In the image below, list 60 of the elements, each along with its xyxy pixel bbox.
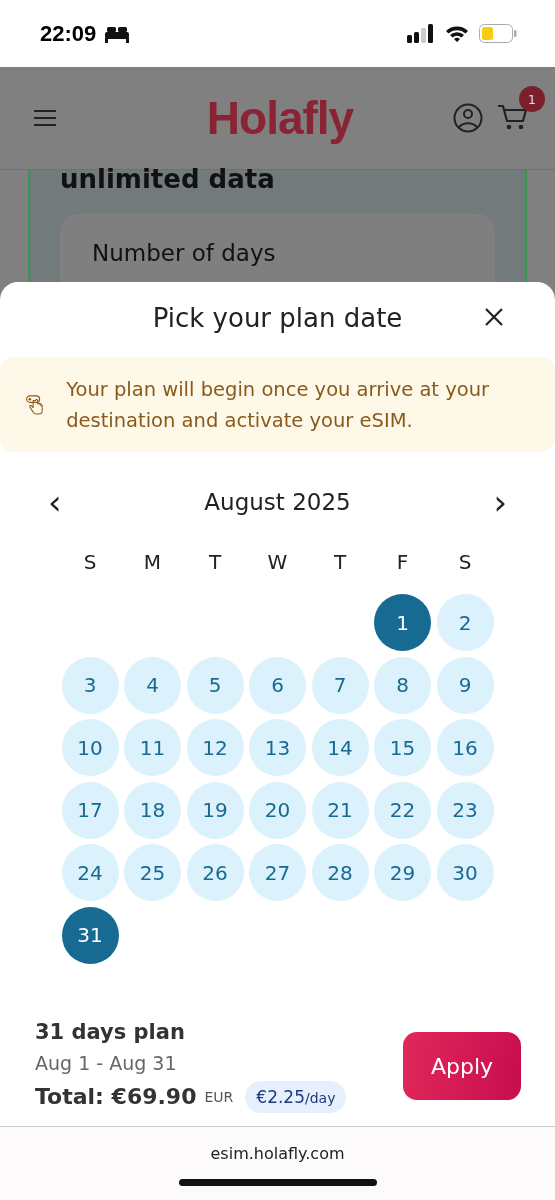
signal-icon — [407, 24, 435, 43]
plan-heading: unlimited data — [60, 170, 276, 190]
account-icon[interactable] — [453, 103, 483, 133]
calendar-day[interactable]: 4 — [124, 656, 181, 714]
date-range: Aug 1 - Aug 31 — [35, 1051, 178, 1074]
calendar-day[interactable]: 30 — [436, 844, 494, 901]
calendar-day[interactable]: 10 — [61, 719, 119, 776]
calendar-day[interactable]: 21 — [311, 781, 369, 839]
calendar-day[interactable]: 27 — [249, 844, 306, 901]
calendar-day[interactable]: 13 — [249, 719, 306, 776]
calendar-day[interactable]: 25 — [124, 844, 181, 901]
calendar-day[interactable]: 11 — [124, 719, 181, 776]
calendar-day[interactable]: 16 — [436, 719, 494, 776]
plan-duration: 31 days plan — [35, 1019, 186, 1044]
weekday-label: M — [143, 550, 162, 574]
calendar-day[interactable]: 9 — [436, 656, 494, 714]
weekday-label: S — [458, 550, 472, 574]
calendar-day[interactable]: 2 — [436, 594, 494, 651]
calendar-day[interactable]: 8 — [374, 656, 431, 714]
calendar-day[interactable]: 23 — [436, 781, 494, 839]
calendar-day[interactable]: 31 — [61, 906, 119, 964]
calendar-day[interactable]: 5 — [186, 656, 244, 714]
apply-button[interactable]: Apply — [403, 1032, 521, 1100]
calendar-day[interactable]: 7 — [311, 656, 369, 714]
total-price: Total: €69.90 — [35, 1084, 197, 1109]
menu-icon[interactable] — [33, 109, 57, 127]
calendar-day[interactable]: 12 — [186, 719, 244, 776]
calendar-day[interactable]: 29 — [374, 844, 431, 901]
calendar-day[interactable]: 22 — [374, 781, 431, 839]
sheet-title: Pick your plan date — [152, 303, 403, 333]
days-label: Number of days — [92, 240, 276, 266]
weekday-label: S — [83, 550, 97, 574]
calendar-day[interactable]: 1 — [374, 594, 431, 651]
previous-month-button[interactable]: ‹ — [42, 485, 68, 519]
weekday-label: T — [333, 550, 347, 574]
calendar-day[interactable]: 6 — [249, 656, 306, 714]
month-title: August 2025 — [204, 489, 351, 515]
per-day-price: €2.25/day — [245, 1080, 347, 1113]
wifi-icon — [445, 24, 469, 43]
status-time: 22:09 — [40, 20, 97, 47]
calendar-day[interactable]: 18 — [124, 781, 181, 839]
calendar-day[interactable]: 20 — [249, 781, 306, 839]
bed-icon — [104, 24, 131, 43]
weekday-label: T — [208, 550, 222, 574]
weekday-label: F — [396, 550, 409, 574]
notice-text: Your plan will begin once you arrive at your destination and activate your eSIM. — [66, 376, 491, 434]
calendar-day[interactable]: 3 — [61, 656, 119, 714]
calendar-day[interactable]: 28 — [311, 844, 369, 901]
battery-icon — [479, 24, 517, 43]
calendar-day[interactable]: 14 — [311, 719, 369, 776]
currency-label: EUR — [204, 1088, 234, 1105]
calendar-day[interactable]: 19 — [186, 781, 244, 839]
cart-count-badge: 1 — [519, 86, 545, 112]
calendar-day[interactable]: 17 — [61, 781, 119, 839]
calendar-day[interactable]: 26 — [186, 844, 244, 901]
url-label: esim.holafly.com — [210, 1144, 345, 1163]
weekday-label: W — [267, 550, 288, 574]
next-month-button[interactable]: › — [487, 485, 513, 519]
calendar-day[interactable]: 24 — [61, 844, 119, 901]
calendar-day[interactable]: 15 — [374, 719, 431, 776]
